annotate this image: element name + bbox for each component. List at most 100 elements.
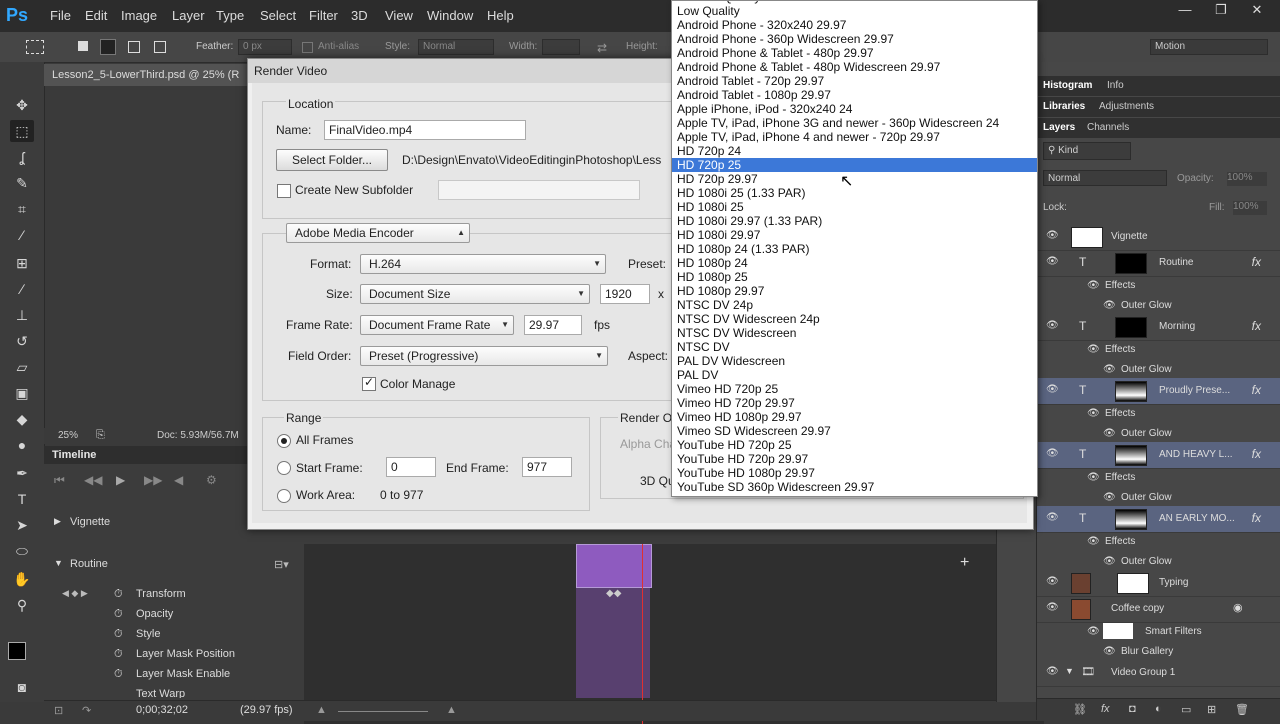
antialias-checkbox[interactable] bbox=[302, 42, 313, 53]
routine-clip[interactable] bbox=[576, 544, 652, 588]
dodge-tool-icon[interactable]: ● bbox=[10, 434, 34, 456]
effects-row[interactable]: 👁 Effects bbox=[1037, 468, 1280, 488]
menu-type[interactable]: Type bbox=[216, 8, 244, 23]
gradient-tool-icon[interactable]: ▣ bbox=[10, 382, 34, 404]
eye-icon[interactable]: 👁 bbox=[1087, 408, 1100, 419]
intersect-selection-icon[interactable] bbox=[154, 41, 166, 53]
layer-name[interactable]: AN EARLY MO... bbox=[1159, 513, 1235, 524]
end-frame-input[interactable]: 977 bbox=[522, 457, 572, 477]
preset-option[interactable]: HD 720p 24 bbox=[672, 144, 1037, 158]
create-subfolder-checkbox[interactable] bbox=[277, 184, 291, 198]
prop-text-warp[interactable]: Text Warp bbox=[44, 688, 304, 698]
healing-tool-icon[interactable]: ⊞ bbox=[10, 252, 34, 274]
outer-glow-row[interactable]: 👁 Outer Glow bbox=[1037, 296, 1280, 316]
ellipse-tool-icon[interactable]: ⬭ bbox=[10, 540, 34, 562]
move-tool-icon[interactable]: ✥ bbox=[10, 94, 34, 116]
tab-histogram[interactable]: Histogram bbox=[1043, 80, 1092, 91]
all-frames-radio[interactable] bbox=[277, 434, 291, 448]
track-options-icon[interactable]: ⊟▾ bbox=[274, 558, 289, 571]
outer-glow-row[interactable]: 👁 Outer Glow bbox=[1037, 488, 1280, 508]
preset-option[interactable]: HD 1080p 29.97 bbox=[672, 284, 1037, 298]
encoder-select[interactable]: Adobe Media Encoder ▲ bbox=[286, 223, 470, 243]
preset-option[interactable]: YouTube SD 360p Widescreen 29.97 bbox=[672, 480, 1037, 494]
preset-option[interactable]: HD 1080p 24 (1.33 PAR) bbox=[672, 242, 1037, 256]
expand-icon[interactable]: ▼ bbox=[1065, 666, 1074, 676]
framerate-select[interactable]: Document Frame Rate ▼ bbox=[360, 315, 514, 335]
work-area-radio[interactable] bbox=[277, 489, 291, 503]
preset-option[interactable]: Apple iPhone, iPod - 320x240 24 bbox=[672, 102, 1037, 116]
preset-option[interactable]: YouTube HD 720p 29.97 bbox=[672, 452, 1037, 466]
path-select-tool-icon[interactable]: ➤ bbox=[10, 514, 34, 536]
convert-icon[interactable]: ⊡ bbox=[54, 704, 63, 717]
fx-icon[interactable]: fx bbox=[1252, 319, 1261, 333]
preset-option[interactable]: Android Tablet - 720p 29.97 bbox=[672, 74, 1037, 88]
layer-morning[interactable]: 👁 T Morning fx bbox=[1037, 314, 1280, 341]
eye-icon[interactable]: 👁 bbox=[1046, 384, 1059, 395]
eye-icon[interactable]: 👁 bbox=[1087, 536, 1100, 547]
stopwatch-icon[interactable]: ⏱ bbox=[114, 628, 123, 641]
keyframe-icon[interactable]: ◆◆ bbox=[606, 588, 621, 599]
layer-name[interactable]: Morning bbox=[1159, 321, 1195, 332]
fx-icon[interactable]: fx bbox=[1252, 255, 1261, 269]
document-tab[interactable]: Lesson2_5-LowerThird.psd @ 25% (R bbox=[44, 64, 249, 86]
name-input[interactable]: FinalVideo.mp4 bbox=[324, 120, 526, 140]
subtract-selection-icon[interactable] bbox=[128, 41, 140, 53]
audio-icon[interactable]: ◀ bbox=[174, 473, 183, 487]
prev-frame-icon[interactable]: ◀◀ bbox=[84, 473, 102, 487]
eraser-tool-icon[interactable]: ▱ bbox=[10, 356, 34, 378]
preset-option[interactable]: HD 1080i 25 bbox=[672, 200, 1037, 214]
menu-window[interactable]: Window bbox=[427, 8, 473, 23]
preset-option[interactable]: Low Quality bbox=[672, 4, 1037, 18]
new-selection-icon[interactable] bbox=[78, 41, 88, 51]
blend-mode-select[interactable]: Normal bbox=[1043, 170, 1167, 186]
minimize-icon[interactable]: — bbox=[1170, 2, 1200, 17]
blur-gallery-row[interactable]: 👁 Blur Gallery bbox=[1037, 642, 1280, 662]
preset-option[interactable]: YouTube HD 720p 25 bbox=[672, 438, 1037, 452]
marquee-tool-icon[interactable] bbox=[26, 40, 44, 54]
preset-option[interactable]: Android Phone - 360p Widescreen 29.97 bbox=[672, 32, 1037, 46]
field-order-select[interactable]: Preset (Progressive) ▼ bbox=[360, 346, 608, 366]
feather-input[interactable]: 0 px bbox=[238, 39, 292, 55]
layer-name[interactable]: Typing bbox=[1159, 577, 1188, 588]
settings-icon[interactable]: ⚙ bbox=[206, 473, 217, 487]
preset-option[interactable]: Apple TV, iPad, iPhone 4 and newer - 720… bbox=[672, 130, 1037, 144]
workspace-select[interactable]: Motion bbox=[1150, 39, 1268, 55]
layer-name[interactable]: AND HEAVY L... bbox=[1159, 449, 1233, 460]
menu-help[interactable]: Help bbox=[487, 8, 514, 23]
zoom-level[interactable]: 25% bbox=[58, 430, 78, 441]
effects-row[interactable]: 👁 Effects bbox=[1037, 340, 1280, 360]
preset-option[interactable]: HD 720p 29.97 bbox=[672, 172, 1037, 186]
adjustment-icon[interactable]: ◐ bbox=[1155, 703, 1162, 715]
layer-typing[interactable]: 👁 Typing bbox=[1037, 570, 1280, 597]
export-icon[interactable]: ⎘ bbox=[96, 429, 105, 442]
outer-glow-row[interactable]: 👁 Outer Glow bbox=[1037, 552, 1280, 572]
stopwatch-icon[interactable]: ⏱ bbox=[114, 668, 123, 681]
preset-option[interactable]: NTSC DV bbox=[672, 340, 1037, 354]
quick-mask-icon[interactable]: ◙ bbox=[10, 676, 34, 698]
preset-option[interactable]: PAL DV bbox=[672, 368, 1037, 382]
fx-icon[interactable]: fx bbox=[1252, 447, 1261, 461]
subfolder-input[interactable] bbox=[438, 180, 640, 200]
layer-and-heavy[interactable]: 👁 T AND HEAVY L... fx bbox=[1037, 442, 1280, 469]
kind-filter-select[interactable]: ⚲ Kind bbox=[1043, 142, 1131, 160]
tab-channels[interactable]: Channels bbox=[1087, 122, 1129, 133]
next-frame-icon[interactable]: ▶▶ bbox=[144, 473, 162, 487]
first-frame-icon[interactable]: ⏮ bbox=[54, 473, 65, 488]
foreground-color-swatch[interactable] bbox=[8, 642, 26, 660]
select-folder-button[interactable]: Select Folder... bbox=[276, 149, 388, 171]
outer-glow-row[interactable]: 👁 Outer Glow bbox=[1037, 360, 1280, 380]
add-track-icon[interactable]: + bbox=[960, 554, 969, 572]
size-width-input[interactable]: 1920 bbox=[600, 284, 650, 304]
size-select[interactable]: Document Size ▼ bbox=[360, 284, 590, 304]
preset-option[interactable]: NTSC DV Widescreen bbox=[672, 326, 1037, 340]
eye-icon[interactable]: 👁 bbox=[1046, 320, 1059, 331]
link-icon[interactable]: ⛓ bbox=[1073, 703, 1087, 716]
preset-option[interactable]: Android Tablet - 1080p 29.97 bbox=[672, 88, 1037, 102]
tab-layers[interactable]: Layers bbox=[1043, 122, 1075, 133]
pen-tool-icon[interactable]: ✒ bbox=[10, 462, 34, 484]
stopwatch-icon[interactable]: ⏱ bbox=[114, 608, 123, 621]
crop-tool-icon[interactable]: ⌗ bbox=[10, 198, 34, 220]
stopwatch-icon[interactable]: ⏱ bbox=[114, 648, 123, 661]
quick-select-tool-icon[interactable]: ✎ bbox=[10, 172, 34, 194]
eye-icon[interactable]: 👁 bbox=[1046, 602, 1059, 613]
